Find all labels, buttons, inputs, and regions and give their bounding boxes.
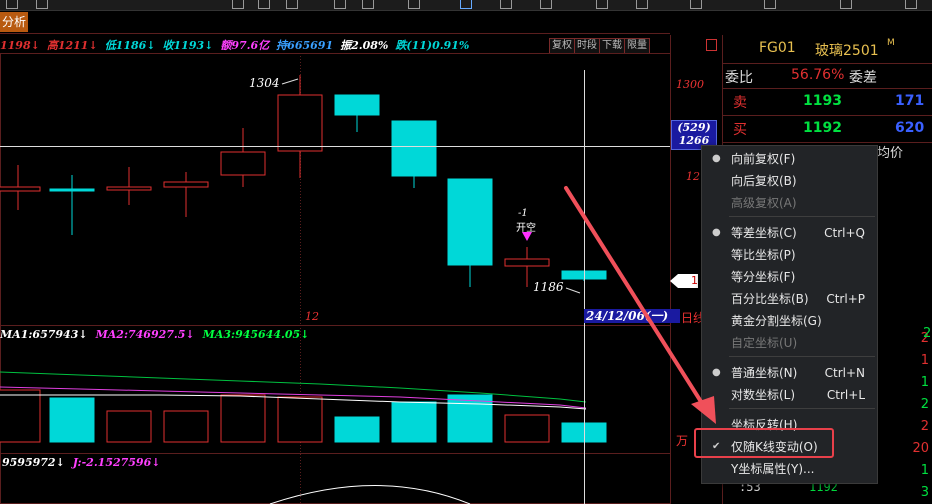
- annotation-arrow: [564, 186, 707, 410]
- arrow-head-icon: [691, 396, 716, 424]
- highlight-box: [694, 428, 834, 458]
